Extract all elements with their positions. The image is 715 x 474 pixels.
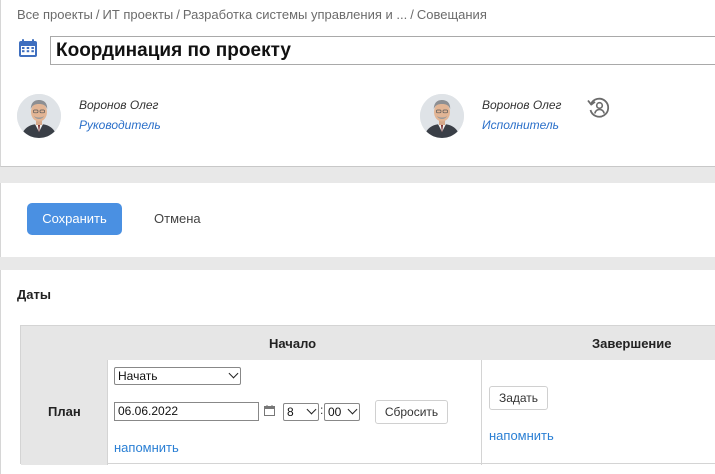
person-name: Воронов Олег: [79, 98, 159, 112]
table-header-row: Начало Завершение: [21, 326, 715, 360]
calendar-icon: [19, 39, 37, 57]
calendar-icon[interactable]: [264, 405, 275, 416]
avatar[interactable]: [420, 94, 464, 138]
column-header-end: Завершение: [592, 336, 672, 351]
start-minute-value: 00: [328, 405, 342, 419]
breadcrumb-item-development[interactable]: Разработка системы управления и ...: [183, 7, 407, 22]
row-header-cell: План: [21, 360, 107, 465]
chevron-down-icon: [306, 404, 317, 415]
breadcrumb: Все проекты / ИТ проекты / Разработка систем…: [17, 7, 487, 22]
task-header-card: Все проекты / ИТ проекты / Разработка систем…: [0, 0, 715, 167]
role-link-manager[interactable]: Руководитель: [79, 118, 161, 132]
end-remind-link[interactable]: напомнить: [489, 428, 554, 443]
set-end-button[interactable]: Задать: [489, 386, 548, 410]
time-separator: :: [320, 403, 324, 417]
start-mode-value: Начать: [118, 369, 158, 383]
title-input[interactable]: [50, 36, 715, 65]
start-hour-value: 8: [287, 405, 294, 419]
divider: [481, 360, 482, 465]
dates-section: Даты Начало Завершение План Начать 06.06…: [0, 270, 715, 474]
divider: [107, 360, 108, 465]
start-date-input[interactable]: 06.06.2022: [114, 402, 259, 421]
reassign-user-icon[interactable]: [586, 95, 612, 121]
row-label-plan: План: [48, 404, 81, 419]
chevron-down-icon: [347, 404, 358, 415]
chevron-down-icon: [228, 368, 239, 379]
cancel-button[interactable]: Отмена: [154, 211, 201, 226]
breadcrumb-item-it-projects[interactable]: ИТ проекты: [103, 7, 174, 22]
breadcrumb-item-meetings[interactable]: Совещания: [417, 7, 487, 22]
person-name: Воронов Олег: [482, 98, 562, 112]
start-minute-select[interactable]: 00: [324, 403, 360, 421]
column-header-start: Начало: [269, 336, 317, 351]
start-hour-select[interactable]: 8: [283, 403, 319, 421]
save-button[interactable]: Сохранить: [27, 203, 122, 235]
role-link-executor[interactable]: Исполнитель: [482, 118, 559, 132]
avatar[interactable]: [17, 94, 61, 138]
reset-button[interactable]: Сбросить: [375, 400, 448, 424]
start-mode-select[interactable]: Начать: [114, 367, 241, 385]
section-title: Даты: [17, 287, 51, 302]
action-bar: Сохранить Отмена: [0, 183, 715, 257]
breadcrumb-item-all-projects[interactable]: Все проекты: [17, 7, 93, 22]
start-remind-link[interactable]: напомнить: [114, 440, 179, 455]
